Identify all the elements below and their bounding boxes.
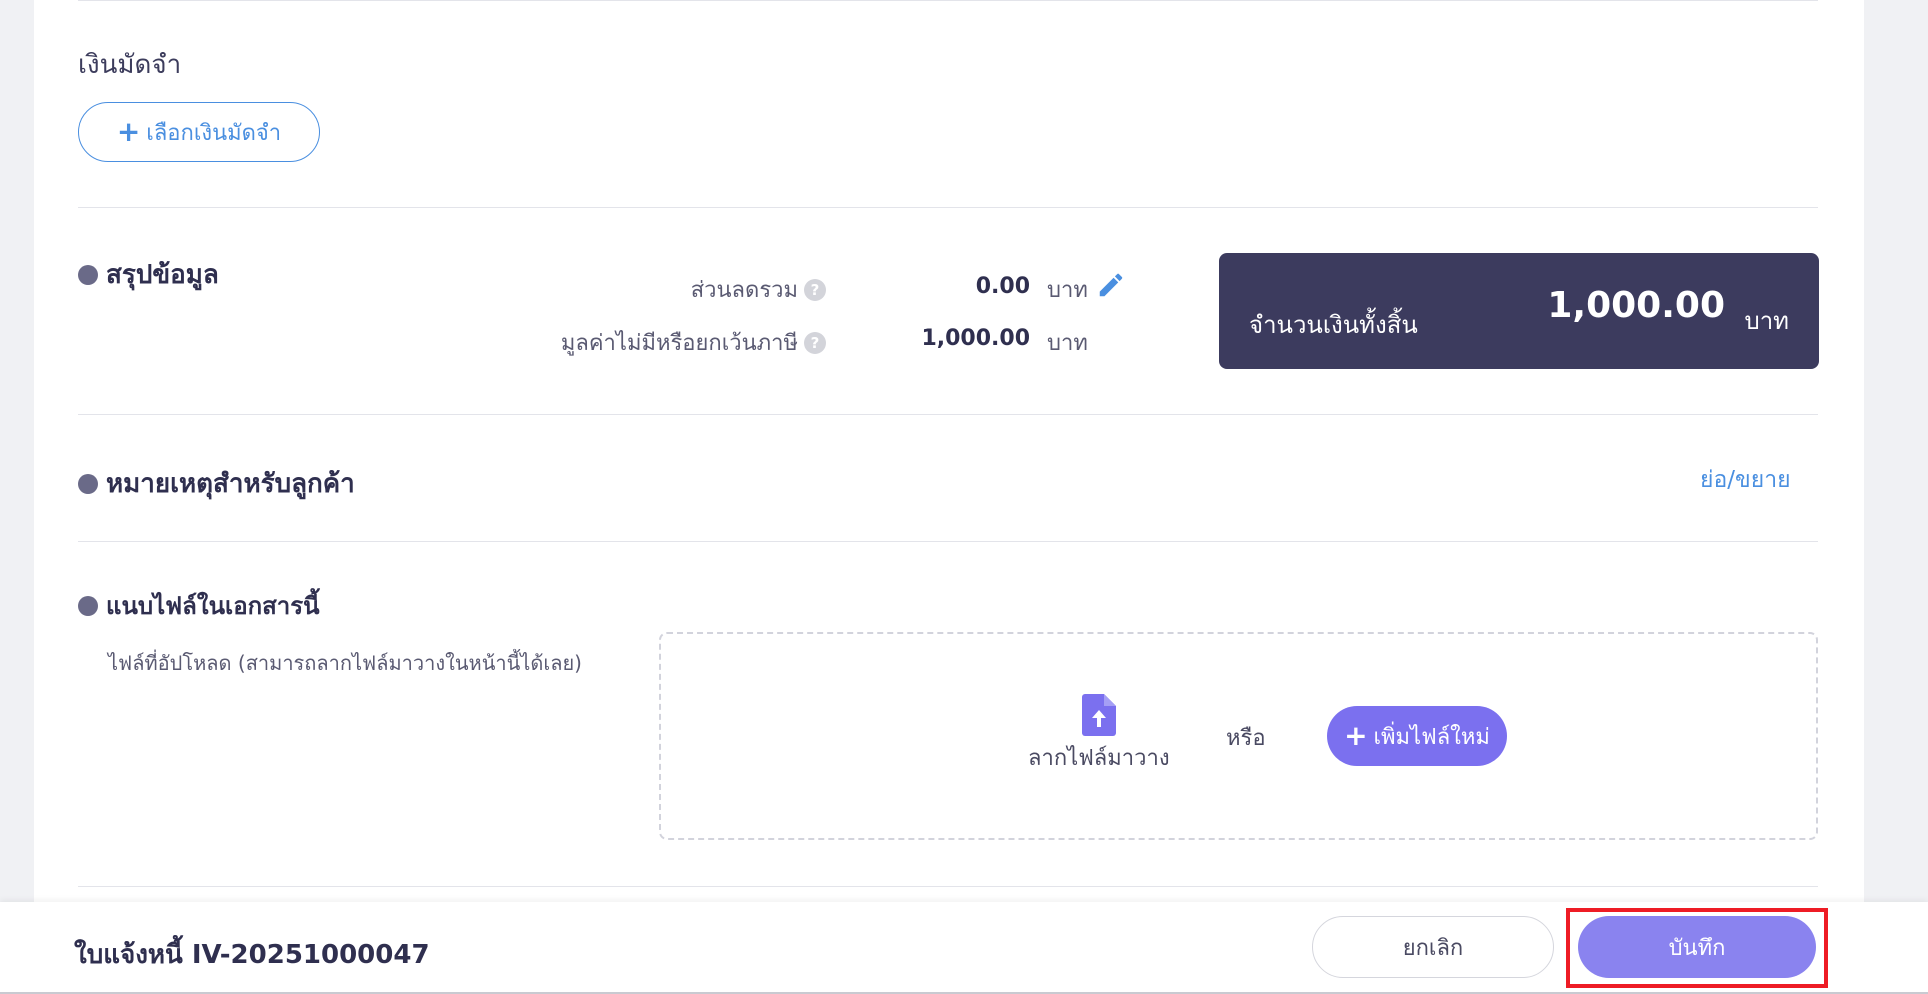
document-title: ใบแจ้งหนี้ IV-20251000047 xyxy=(74,940,430,970)
summary-title-text: สรุปข้อมูล xyxy=(106,260,219,290)
exempt-value: 1,000.00 xyxy=(921,326,1030,351)
file-upload-icon xyxy=(1082,694,1116,736)
divider xyxy=(78,414,1818,415)
footer-bar: ใบแจ้งหนี้ IV-20251000047 ยกเลิก บันทึก xyxy=(0,902,1928,994)
collapse-expand-link[interactable]: ย่อ/ขยาย xyxy=(1700,462,1791,498)
total-value: 1,000.00 xyxy=(1547,285,1725,326)
exempt-label-text: มูลค่าไม่มีหรือยกเว้นภาษี xyxy=(560,331,798,356)
discount-label-text: ส่วนลดรวม xyxy=(690,278,798,303)
upload-hint: ไฟล์ที่อัปโหลด (สามารถลากไฟล์มาวางในหน้า… xyxy=(108,651,582,675)
add-file-button[interactable]: + เพิ่มไฟล์ใหม่ xyxy=(1327,706,1507,766)
divider xyxy=(78,0,1818,1)
attachments-title-text: แนบไฟล์ในเอกสารนี้ xyxy=(106,592,320,620)
pencil-icon[interactable] xyxy=(1096,270,1126,300)
highlight-box xyxy=(1566,908,1828,988)
summary-title: สรุปข้อมูล xyxy=(78,254,219,295)
add-file-label: เพิ่มไฟล์ใหม่ xyxy=(1373,724,1490,750)
total-unit: บาท xyxy=(1744,307,1789,335)
help-icon[interactable]: ? xyxy=(804,331,826,354)
total-amount-box: จำนวนเงินทั้งสิ้น 1,000.00 บาท xyxy=(1219,253,1819,369)
plus-icon: + xyxy=(1344,719,1368,752)
select-deposit-button[interactable]: + เลือกเงินมัดจำ xyxy=(78,102,320,162)
divider xyxy=(78,886,1818,887)
drop-files-label: ลากไฟล์มาวาง xyxy=(1028,746,1170,771)
exempt-unit: บาท xyxy=(1047,331,1088,356)
bullet-dot xyxy=(78,264,98,285)
plus-icon: + xyxy=(116,115,141,148)
bullet-dot xyxy=(78,595,98,616)
discount-label: ส่วนลดรวม ? xyxy=(460,272,826,307)
or-label: หรือ xyxy=(1226,726,1266,751)
total-label: จำนวนเงินทั้งสิ้น xyxy=(1249,311,1418,339)
select-deposit-label: เลือกเงินมัดจำ xyxy=(146,120,282,146)
notes-title: หมายเหตุสำหรับลูกค้า xyxy=(78,463,355,504)
divider xyxy=(78,207,1818,208)
discount-value: 0.00 xyxy=(975,274,1030,299)
notes-title-text: หมายเหตุสำหรับลูกค้า xyxy=(106,469,355,499)
cancel-button[interactable]: ยกเลิก xyxy=(1312,916,1554,978)
discount-unit: บาท xyxy=(1047,278,1088,303)
exempt-label: มูลค่าไม่มีหรือยกเว้นภาษี ? xyxy=(460,325,826,360)
attachments-title: แนบไฟล์ในเอกสารนี้ xyxy=(78,586,320,625)
deposit-title: เงินมัดจำ xyxy=(78,50,182,80)
divider xyxy=(78,541,1818,542)
help-icon[interactable]: ? xyxy=(804,278,826,301)
bullet-dot xyxy=(78,473,98,494)
